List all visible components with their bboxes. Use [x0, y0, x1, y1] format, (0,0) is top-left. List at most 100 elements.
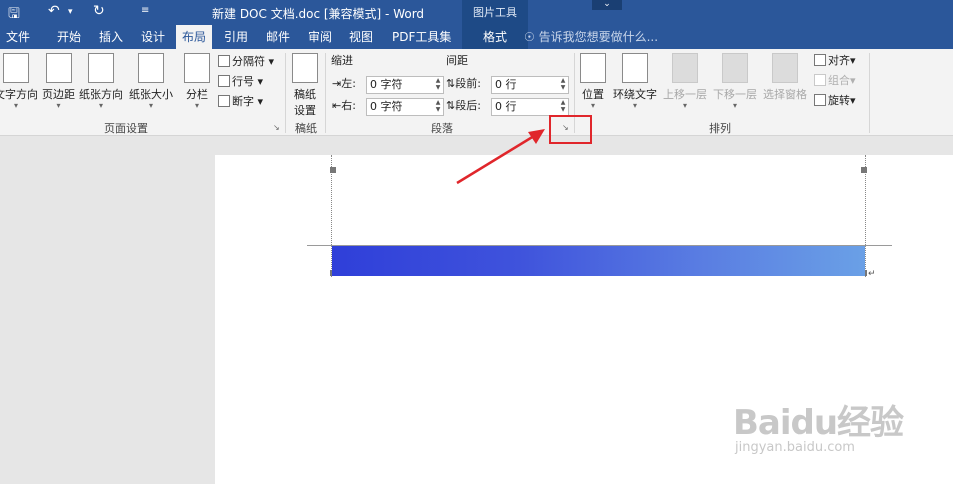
send-backward-icon — [722, 53, 748, 83]
group-label: 组合 — [828, 74, 850, 87]
rotate-button[interactable]: 旋转▾ — [814, 92, 856, 110]
margins-button[interactable]: 页边距 ▾ — [42, 53, 75, 110]
hyphenation-icon — [218, 95, 230, 107]
line-numbers-button[interactable]: 行号 ▾ — [218, 73, 263, 91]
selection-pane-label: 选择窗格 — [763, 88, 807, 101]
tab-file[interactable]: 文件 — [0, 25, 36, 49]
page-setup-group-label: 页面设置 — [104, 122, 148, 135]
spacing-after-label: ⇅段后: — [446, 99, 481, 112]
indent-right-value: 0 字符 — [370, 100, 403, 113]
tab-home[interactable]: 开始 — [51, 25, 87, 49]
indent-right-label: ⇤右: — [332, 99, 356, 112]
ribbon: 文字方向 ▾ 页边距 ▾ 纸张方向 ▾ 纸张大小 ▾ 分栏 ▾ 分隔符 ▾ 行号… — [0, 49, 953, 136]
rotate-label: 旋转 — [828, 94, 850, 107]
chevron-down-icon: ▾ — [148, 101, 153, 110]
send-backward-button[interactable]: 下移一层 ▾ — [713, 53, 757, 110]
group-separator — [285, 53, 286, 133]
spacing-before-field[interactable]: 0 行 ▲ ▼ — [491, 76, 569, 94]
spacing-after-icon: ⇅ — [446, 99, 456, 112]
tab-design[interactable]: 设计 — [135, 25, 171, 49]
breaks-button[interactable]: 分隔符 ▾ — [218, 53, 274, 71]
align-icon — [814, 54, 826, 66]
ribbon-display-options-icon[interactable]: ⌄ — [592, 0, 622, 10]
margins-icon — [45, 53, 72, 83]
align-label: 对齐 — [828, 54, 850, 67]
customize-quick-access-icon[interactable]: ≡ — [141, 5, 149, 16]
selection-pane-button[interactable]: 选择窗格 — [763, 53, 807, 102]
columns-icon — [184, 53, 210, 83]
orientation-icon — [88, 53, 114, 83]
page-size-button[interactable]: 纸张大小 ▾ — [129, 53, 173, 110]
arrange-group-label: 排列 — [709, 122, 731, 135]
redo-icon[interactable]: ↻ — [93, 3, 105, 19]
tab-layout[interactable]: 布局 — [176, 25, 213, 49]
paragraph-group-label: 段落 — [431, 122, 453, 135]
line-numbers-icon — [218, 75, 230, 87]
tab-insert[interactable]: 插入 — [93, 25, 129, 49]
spinner-arrows-icon[interactable]: ▲ ▼ — [434, 99, 442, 113]
align-button[interactable]: 对齐▾ — [814, 52, 856, 70]
group-button[interactable]: 组合▾ — [814, 72, 856, 90]
chevron-down-icon: ▾ — [732, 101, 737, 110]
tab-format[interactable]: 格式 — [462, 25, 528, 49]
tell-me-search[interactable]: ☉ 告诉我您想要做什么... — [524, 25, 658, 49]
chevron-down-icon: ▾ — [590, 101, 595, 110]
position-button[interactable]: 位置 ▾ — [580, 53, 606, 110]
text-direction-button[interactable]: 文字方向 ▾ — [0, 53, 38, 110]
draft-paper-group-label: 稿纸 — [295, 122, 317, 135]
tab-review[interactable]: 审阅 — [302, 25, 338, 49]
tab-references[interactable]: 引用 — [218, 25, 254, 49]
send-backward-label: 下移一层 — [713, 88, 757, 101]
draft-paper-label-line1: 稿纸 — [294, 88, 316, 101]
line-numbers-label: 行号 — [232, 75, 254, 88]
indent-left-field[interactable]: 0 字符 ▲ ▼ — [366, 76, 444, 94]
indent-right-field[interactable]: 0 字符 ▲ ▼ — [366, 98, 444, 116]
page-setup-dialog-launcher-icon[interactable]: ↘ — [273, 124, 281, 132]
spacing-after-field[interactable]: 0 行 ▲ ▼ — [491, 98, 569, 116]
selected-picture[interactable] — [332, 246, 865, 276]
spinner-arrows-icon[interactable]: ▲ ▼ — [434, 77, 442, 91]
bring-forward-label: 上移一层 — [663, 88, 707, 101]
chevron-down-icon: ▾ — [194, 101, 199, 110]
indent-left-value: 0 字符 — [370, 78, 403, 91]
hyphenation-label: 断字 — [232, 95, 254, 108]
tab-view[interactable]: 视图 — [343, 25, 379, 49]
wrap-text-button[interactable]: 环绕文字 ▾ — [613, 53, 657, 110]
selection-pane-icon — [772, 53, 798, 83]
draft-paper-settings-button[interactable]: 稿纸 设置 — [292, 53, 318, 118]
page-size-label: 纸张大小 — [129, 88, 173, 101]
rotate-icon — [814, 94, 826, 106]
margins-label: 页边距 — [42, 88, 75, 101]
spacing-before-label: ⇅段前: — [446, 77, 481, 90]
hyphenation-button[interactable]: 断字 ▾ — [218, 93, 263, 111]
lightbulb-icon: ☉ — [524, 30, 535, 44]
bring-forward-button[interactable]: 上移一层 ▾ — [663, 53, 707, 110]
group-separator — [325, 53, 326, 133]
breaks-icon — [218, 55, 230, 67]
spinner-arrows-icon[interactable]: ▲ ▼ — [559, 99, 567, 113]
bring-forward-icon — [672, 53, 698, 83]
draft-paper-icon — [292, 53, 318, 83]
indent-header: 缩进 — [331, 54, 353, 67]
save-icon[interactable]: 🖫 — [8, 3, 20, 27]
chevron-down-icon: ▾ — [98, 101, 103, 110]
resize-handle[interactable] — [861, 167, 867, 173]
tab-pdf-tools[interactable]: PDF工具集 — [386, 25, 457, 49]
indent-right-icon: ⇤ — [332, 99, 342, 112]
resize-handle[interactable] — [330, 167, 336, 173]
wrap-text-label: 环绕文字 — [613, 88, 657, 101]
spinner-arrows-icon[interactable]: ▲ ▼ — [559, 77, 567, 91]
draft-paper-label-line2: 设置 — [294, 104, 316, 117]
wrap-text-icon — [622, 53, 648, 83]
columns-button[interactable]: 分栏 ▾ — [184, 53, 210, 110]
group-separator — [869, 53, 870, 133]
tab-mailings[interactable]: 邮件 — [260, 25, 296, 49]
indent-left-label: ⇥左: — [332, 77, 356, 90]
undo-icon[interactable]: ↶ — [48, 3, 60, 19]
spacing-after-value: 0 行 — [495, 100, 517, 113]
paragraph-mark-icon: ↵ — [868, 269, 876, 279]
undo-dropdown-icon[interactable]: ▾ — [68, 7, 73, 17]
orientation-button[interactable]: 纸张方向 ▾ — [79, 53, 123, 110]
chevron-down-icon: ▾ — [682, 101, 687, 110]
chevron-down-icon: ▾ — [56, 101, 61, 110]
